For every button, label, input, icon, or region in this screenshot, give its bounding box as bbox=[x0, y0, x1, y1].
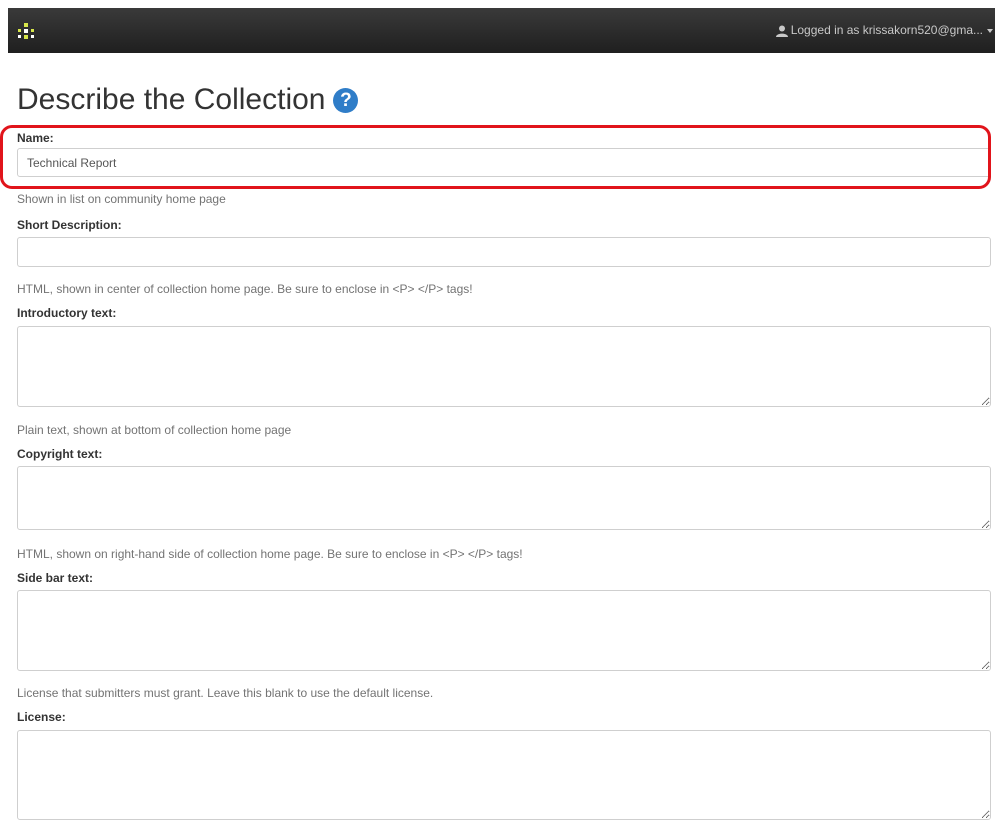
user-menu[interactable]: Logged in as krissakorn520@gma... bbox=[775, 8, 995, 53]
question-circle-icon[interactable]: ? bbox=[333, 88, 359, 113]
short-description-input[interactable] bbox=[17, 237, 991, 267]
introductory-text-hint: HTML, shown in center of collection home… bbox=[17, 282, 473, 296]
dspace-logo-icon[interactable] bbox=[18, 23, 34, 39]
side-bar-text-label: Side bar text: bbox=[17, 571, 94, 585]
person-icon bbox=[775, 25, 788, 37]
user-menu-label: Logged in as krissakorn520@gma... bbox=[790, 23, 983, 37]
license-hint: License that submitters must grant. Leav… bbox=[17, 686, 434, 700]
introductory-text-textarea[interactable] bbox=[17, 326, 991, 407]
top-navbar: Logged in as krissakorn520@gma... bbox=[8, 8, 995, 53]
name-hint: Shown in list on community home page bbox=[17, 192, 226, 206]
side-bar-text-textarea[interactable] bbox=[17, 590, 991, 671]
caret-down-icon bbox=[987, 28, 993, 33]
copyright-text-hint: Plain text, shown at bottom of collectio… bbox=[17, 423, 292, 437]
license-textarea[interactable] bbox=[17, 730, 991, 820]
introductory-text-label: Introductory text: bbox=[17, 306, 117, 320]
side-bar-text-hint: HTML, shown on right-hand side of collec… bbox=[17, 547, 523, 561]
copyright-text-label: Copyright text: bbox=[17, 447, 103, 461]
copyright-text-textarea[interactable] bbox=[17, 466, 991, 530]
license-label: License: bbox=[17, 710, 66, 724]
name-label: Name: bbox=[17, 131, 54, 145]
name-input[interactable] bbox=[17, 148, 991, 177]
page-title-text: Describe the Collection bbox=[17, 83, 326, 116]
page-title: Describe the Collection? bbox=[17, 82, 359, 118]
short-description-label: Short Description: bbox=[17, 218, 122, 232]
